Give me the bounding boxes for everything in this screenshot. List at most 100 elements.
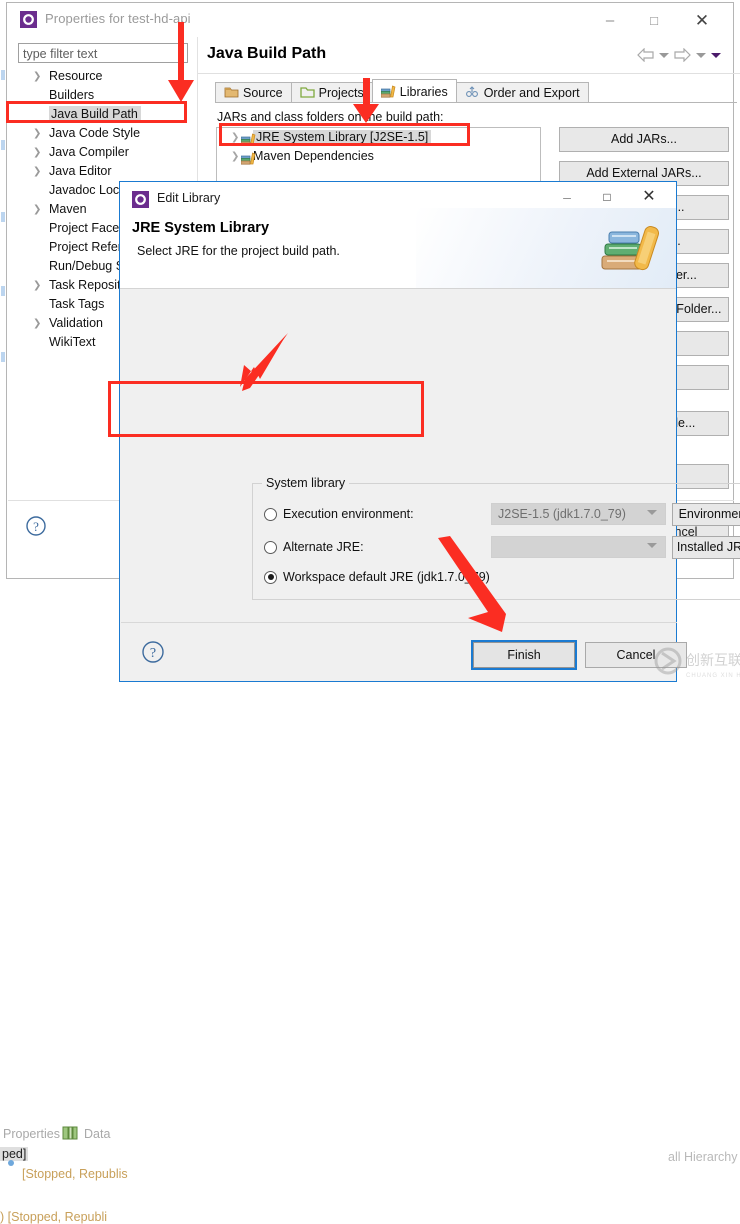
jar-list-item-label: Maven Dependencies	[253, 149, 374, 163]
edge-marker	[1, 352, 5, 362]
tree-item-resource[interactable]: ❯ Resource	[13, 67, 191, 86]
page-navigation[interactable]	[637, 45, 721, 65]
tree-item-label: Validation	[49, 316, 103, 330]
dialog-header: Edit Library – □ ✕ JRE System Library Se…	[120, 182, 676, 289]
order-export-icon	[465, 85, 480, 101]
edge-marker	[1, 212, 5, 222]
project-folder-icon	[299, 85, 315, 101]
tab-label: Projects	[318, 86, 364, 100]
tree-item-java-code-style[interactable]: ❯ Java Code Style	[13, 124, 191, 143]
close-icon: ✕	[694, 11, 710, 30]
jar-list-item[interactable]: ❯ Maven Dependencies	[217, 147, 540, 166]
finish-button[interactable]: Finish	[471, 640, 577, 670]
tab-libraries[interactable]: Libraries	[371, 79, 457, 103]
expand-arrow-icon[interactable]: ❯	[33, 143, 41, 162]
tree-item-label: WikiText	[49, 335, 96, 349]
build-path-tabs[interactable]: Source Projects Libraries Order and Export	[215, 79, 589, 103]
environments-button[interactable]: Environments...	[672, 503, 740, 526]
expand-arrow-icon[interactable]: ❯	[231, 128, 239, 147]
watermark-logo: 创新互联 CHUANG XIN HU LIAN	[654, 647, 740, 679]
console-bullet	[8, 1160, 14, 1166]
installed-jres-button[interactable]: Installed JREs...	[672, 536, 740, 559]
dialog-close-button[interactable]: ✕	[629, 184, 669, 210]
tab-label: Order and Export	[483, 86, 580, 100]
execution-environment-value: J2SE-1.5 (jdk1.7.0_79)	[498, 507, 626, 521]
expand-arrow-icon[interactable]: ❯	[33, 124, 41, 143]
dialog-title: Edit Library	[157, 191, 221, 205]
tree-item-label: Java Compiler	[49, 145, 129, 159]
console-line-2: [Stopped, Republis	[22, 1167, 128, 1181]
eclipse-properties-icon	[132, 191, 149, 208]
expand-arrow-icon[interactable]: ❯	[33, 314, 41, 333]
minimize-button[interactable]: –	[588, 7, 632, 35]
radio-alternate-jre-label: Alternate JRE:	[283, 540, 364, 554]
jars-list[interactable]: ❯ JRE System Library [J2SE-1.5] ❯ Maven Dep…	[216, 127, 541, 189]
tab-order-and-export[interactable]: Order and Export	[455, 82, 589, 103]
dialog-maximize-button[interactable]: □	[587, 184, 627, 210]
tab-label: Libraries	[399, 84, 448, 99]
tree-item-builders[interactable]: Builders	[13, 86, 191, 105]
chevron-down-icon	[647, 510, 657, 515]
tab-source[interactable]: Source	[215, 82, 292, 103]
side-button-add-jars[interactable]: Add JARs...	[559, 127, 729, 152]
radio-execution-environment[interactable]: Execution environment:	[264, 503, 414, 525]
jar-list-item[interactable]: ❯ JRE System Library [J2SE-1.5]	[217, 128, 540, 147]
expand-arrow-icon[interactable]: ❯	[231, 147, 239, 166]
tab-projects[interactable]: Projects	[290, 82, 373, 103]
background-properties-tab[interactable]: Properties	[3, 1127, 60, 1141]
back-history-caret-icon[interactable]	[659, 52, 669, 58]
forward-history-caret-icon[interactable]	[696, 52, 706, 58]
filter-input[interactable]: type filter text	[18, 43, 188, 63]
tree-item-java-editor[interactable]: ❯ Java Editor	[13, 162, 191, 181]
page-title: Java Build Path	[207, 45, 327, 62]
library-books-icon	[240, 150, 256, 169]
watermark-subtext: CHUANG XIN HU LIAN	[686, 673, 740, 679]
maximize-icon: □	[650, 13, 658, 28]
eclipse-properties-icon	[20, 11, 37, 28]
tabs-underline	[215, 102, 737, 103]
radio-button-selected-icon[interactable]	[264, 570, 277, 584]
tree-item-label: Java Build Path	[49, 106, 141, 122]
properties-titlebar[interactable]: Properties for test-hd-api – □ ✕	[7, 3, 733, 37]
close-button[interactable]: ✕	[680, 7, 724, 35]
alternate-jre-combo[interactable]	[491, 536, 666, 558]
minimize-icon: –	[605, 12, 615, 29]
tree-item-label: Builders	[49, 88, 95, 102]
edge-marker	[1, 140, 5, 150]
watermark-text: 创新互联	[686, 653, 740, 669]
edge-marker	[1, 70, 5, 80]
expand-arrow-icon[interactable]: ❯	[33, 276, 41, 295]
help-question-icon[interactable]: ?	[25, 515, 47, 537]
books-stack-icon	[601, 226, 660, 271]
tree-item-label: Resource	[49, 69, 103, 83]
console-line-1: ped]	[0, 1147, 29, 1161]
back-arrow-icon[interactable]	[637, 48, 654, 62]
tree-item-label: Task Tags	[49, 297, 105, 311]
background-data-tab[interactable]: Data	[84, 1127, 110, 1141]
radio-alternate-jre[interactable]: Alternate JRE:	[264, 536, 364, 558]
execution-environment-combo[interactable]: J2SE-1.5 (jdk1.7.0_79)	[491, 503, 666, 525]
dialog-heading: JRE System Library	[132, 220, 270, 236]
radio-button-icon[interactable]	[264, 507, 277, 521]
view-menu-caret-icon[interactable]	[711, 52, 721, 58]
svg-text:?: ?	[150, 646, 156, 661]
expand-arrow-icon[interactable]: ❯	[33, 200, 41, 219]
dialog-minimize-button[interactable]: –	[547, 184, 587, 210]
radio-workspace-default-jre-label: Workspace default JRE (jdk1.7.0_79)	[283, 570, 490, 584]
tree-item-label: Maven	[49, 202, 87, 216]
properties-window-title: Properties for test-hd-api	[45, 11, 191, 26]
tree-item-java-build-path[interactable]: Java Build Path	[13, 105, 191, 124]
edge-marker	[1, 286, 5, 296]
jar-list-item-label: JRE System Library [J2SE-1.5]	[253, 130, 432, 144]
data-source-icon	[62, 1126, 78, 1140]
tree-item-label: Project Facets	[49, 221, 129, 235]
help-question-icon[interactable]: ?	[141, 640, 165, 664]
maximize-button[interactable]: □	[632, 7, 676, 35]
expand-arrow-icon[interactable]: ❯	[33, 67, 41, 86]
tree-item-java-compiler[interactable]: ❯ Java Compiler	[13, 143, 191, 162]
radio-workspace-default-jre[interactable]: Workspace default JRE (jdk1.7.0_79)	[264, 566, 490, 588]
expand-arrow-icon[interactable]: ❯	[33, 162, 41, 181]
radio-button-icon[interactable]	[264, 540, 277, 554]
edit-library-dialog: Edit Library – □ ✕ JRE System Library Se…	[119, 181, 740, 682]
forward-arrow-icon[interactable]	[674, 48, 691, 62]
